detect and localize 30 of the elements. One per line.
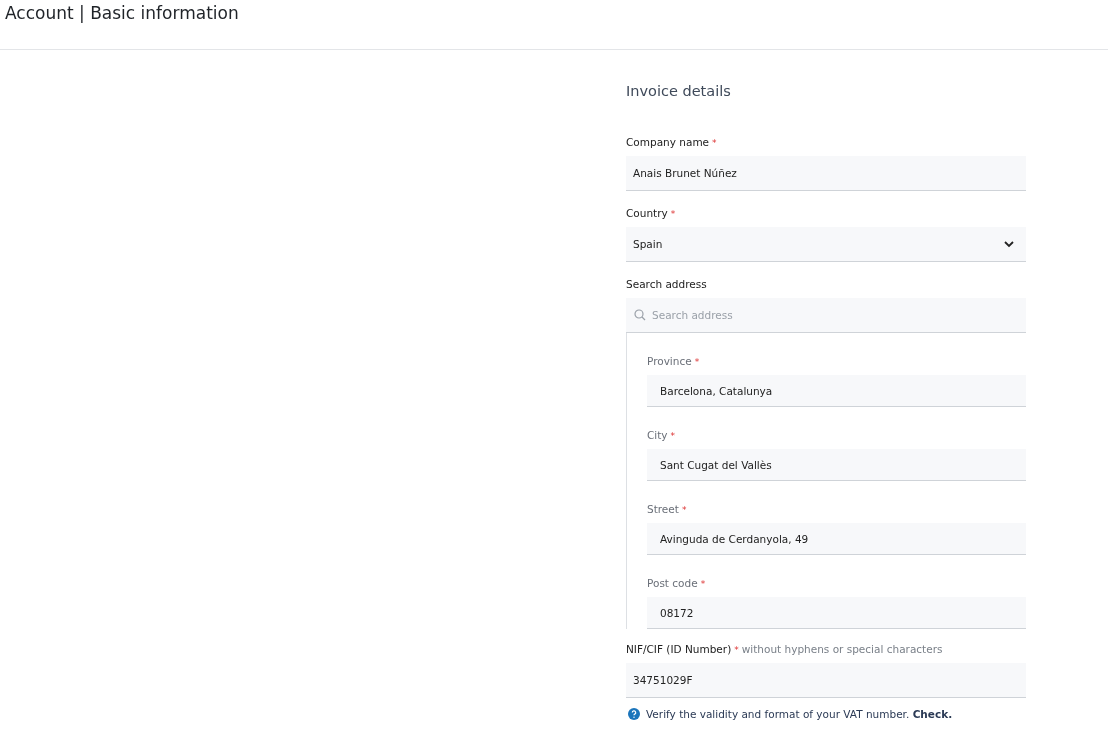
- chevron-down-icon: [1004, 240, 1014, 248]
- text-field[interactable]: Barcelona, Catalunya: [647, 375, 1026, 407]
- search-icon: [634, 309, 646, 321]
- field-label: Province: [647, 355, 692, 367]
- text-field[interactable]: Avinguda de Cerdanyola, 49: [647, 523, 1026, 555]
- required-mark: *: [712, 138, 717, 148]
- help-icon: [628, 708, 640, 720]
- text-field[interactable]: 34751029F: [626, 663, 1026, 698]
- required-mark: *: [670, 431, 676, 441]
- country-select[interactable]: Spain: [626, 227, 1026, 262]
- search-field[interactable]: Search address: [626, 298, 1026, 333]
- text-field[interactable]: Anais Brunet Núñez: [626, 156, 1026, 191]
- required-mark: *: [734, 645, 739, 655]
- field-label: City: [647, 429, 668, 441]
- required-mark: *: [694, 357, 700, 367]
- field-label: Post code: [647, 577, 698, 589]
- field-label: Street: [647, 503, 679, 515]
- page-title: Account | Basic information: [5, 3, 240, 23]
- text-field[interactable]: Sant Cugat del Vallès: [647, 449, 1026, 481]
- field-label: Country: [626, 207, 668, 219]
- field-label: Search address: [626, 278, 707, 290]
- text-field[interactable]: 08172: [647, 597, 1026, 629]
- field-label: Company name: [626, 136, 710, 148]
- section-title: Invoice details: [626, 83, 732, 99]
- required-mark: *: [681, 505, 687, 515]
- required-mark: *: [670, 209, 676, 219]
- required-mark: *: [700, 579, 706, 589]
- field-hint: without hyphens or special characters: [741, 643, 943, 655]
- help-text: Verify the validity and format of your VAT number. Check.: [646, 708, 953, 720]
- field-label: NIF/CIF (ID Number): [626, 643, 732, 655]
